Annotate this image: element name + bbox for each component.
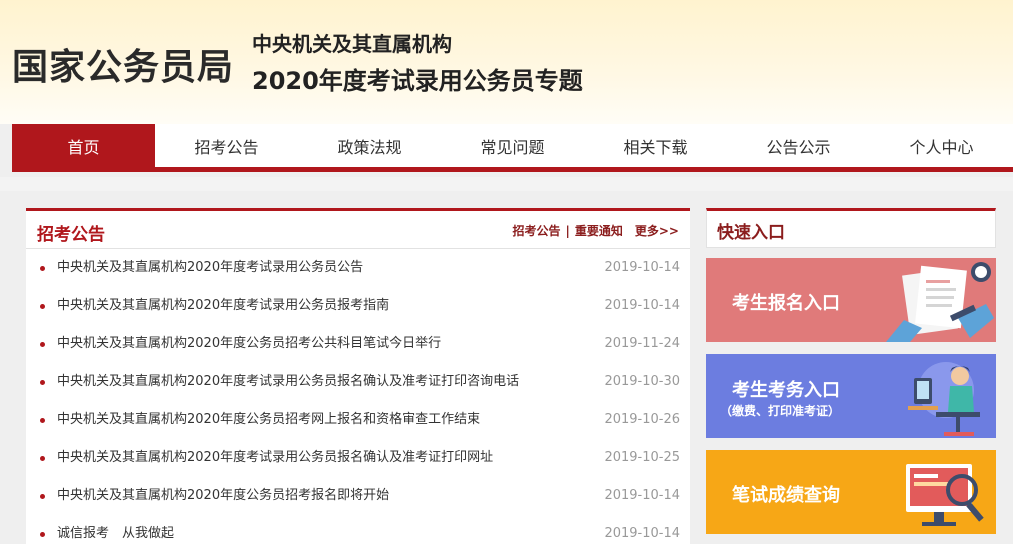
topic-subtitle: 中央机关及其直属机构: [252, 32, 452, 56]
news-link[interactable]: 中央机关及其直属机构2020年度考试录用公务员公告: [57, 249, 363, 287]
quick-access-title: 快速入口: [717, 223, 785, 243]
list-item: 中央机关及其直属机构2020年度考试录用公务员公告 2019-10-14: [26, 249, 690, 287]
link-important-notices[interactable]: 重要通知: [575, 224, 623, 238]
news-date: 2019-10-14: [604, 488, 680, 503]
registration-entry-button[interactable]: 考生报名入口: [706, 258, 996, 342]
news-date: 2019-10-26: [604, 412, 680, 427]
bullet-icon: [40, 418, 45, 423]
bullet-icon: [40, 266, 45, 271]
score-query-button[interactable]: 笔试成绩查询: [706, 450, 996, 534]
news-date: 2019-11-24: [604, 336, 680, 351]
list-item: 中央机关及其直属机构2020年度考试录用公务员报名确认及准考证打印咨询电话 201…: [26, 363, 690, 401]
monitor-magnifier-illustration-icon: [906, 464, 984, 526]
nav-item-announcements[interactable]: 招考公告: [155, 124, 298, 172]
registration-entry-label: 考生报名入口: [732, 293, 840, 314]
more-link[interactable]: 更多>>: [635, 224, 679, 238]
quick-access-panel: 快速入口 考生报名入口 考生考务入口 （缴费、打印准考证） 笔试成绩查询: [706, 208, 996, 534]
announcements-links: 招考公告 | 重要通知 更多>>: [512, 222, 679, 239]
bullet-icon: [40, 342, 45, 347]
bullet-icon: [40, 494, 45, 499]
nav-item-policies[interactable]: 政策法规: [298, 124, 441, 172]
nav-item-personal-center[interactable]: 个人中心: [870, 124, 1013, 172]
topic-title: 2020年度考试录用公务员专题: [252, 67, 583, 95]
news-link[interactable]: 中央机关及其直属机构2020年度公务员招考报名即将开始: [57, 477, 389, 515]
link-announcements[interactable]: 招考公告: [512, 224, 560, 238]
bullet-icon: [40, 456, 45, 461]
news-link[interactable]: 中央机关及其直属机构2020年度考试录用公务员报考指南: [57, 287, 389, 325]
announcements-header: 招考公告 招考公告 | 重要通知 更多>>: [26, 211, 690, 249]
announcements-list: 中央机关及其直属机构2020年度考试录用公务员公告 2019-10-14 中央机关…: [26, 249, 690, 544]
list-item: 中央机关及其直属机构2020年度公务员招考报名即将开始 2019-10-14: [26, 477, 690, 515]
documents-illustration-icon: [886, 262, 994, 342]
news-link[interactable]: 中央机关及其直属机构2020年度考试录用公务员报名确认及准考证打印咨询电话: [57, 363, 519, 401]
exam-affairs-entry-label: 考生考务入口: [732, 380, 840, 401]
news-date: 2019-10-25: [604, 450, 680, 465]
news-link[interactable]: 中央机关及其直属机构2020年度公务员招考网上报名和资格审查工作结束: [57, 401, 480, 439]
bullet-icon: [40, 304, 45, 309]
bullet-icon: [40, 532, 45, 537]
score-query-label: 笔试成绩查询: [732, 485, 840, 506]
list-item: 中央机关及其直属机构2020年度考试录用公务员报考指南 2019-10-14: [26, 287, 690, 325]
link-separator: |: [565, 224, 570, 238]
list-item: 中央机关及其直属机构2020年度公务员招考网上报名和资格审查工作结束 2019-1…: [26, 401, 690, 439]
announcements-title: 招考公告: [37, 225, 105, 245]
nav-item-faq[interactable]: 常见问题: [441, 124, 584, 172]
news-link[interactable]: 中央机关及其直属机构2020年度公务员招考公共科目笔试今日举行: [57, 325, 441, 363]
announcements-panel: 招考公告 招考公告 | 重要通知 更多>> 中央机关及其直属机构2020年度考试录用公…: [26, 208, 690, 544]
list-item: 诚信报考 从我做起 2019-10-14: [26, 515, 690, 544]
news-date: 2019-10-14: [604, 526, 680, 541]
nav-item-home[interactable]: 首页: [12, 124, 155, 172]
nav-item-downloads[interactable]: 相关下载: [584, 124, 727, 172]
nav-item-notices[interactable]: 公告公示: [727, 124, 870, 172]
exam-affairs-entry-sublabel: （缴费、打印准考证）: [720, 404, 841, 418]
news-date: 2019-10-30: [604, 374, 680, 389]
quick-access-header: 快速入口: [706, 208, 996, 248]
news-link[interactable]: 中央机关及其直属机构2020年度考试录用公务员报名确认及准考证打印网址: [57, 439, 493, 477]
news-link[interactable]: 诚信报考 从我做起: [57, 515, 174, 544]
list-item: 中央机关及其直属机构2020年度考试录用公务员报名确认及准考证打印网址 2019-…: [26, 439, 690, 477]
computer-user-illustration-icon: [908, 362, 980, 436]
news-date: 2019-10-14: [604, 260, 680, 275]
site-header: 国家公务员局 中央机关及其直属机构 2020年度考试录用公务员专题: [0, 0, 1013, 124]
content-top-divider: [0, 177, 1013, 191]
site-title[interactable]: 国家公务员局: [12, 38, 234, 90]
main-nav: 首页 招考公告 政策法规 常见问题 相关下载 公告公示 个人中心: [12, 124, 1013, 172]
bullet-icon: [40, 380, 45, 385]
exam-affairs-entry-button[interactable]: 考生考务入口 （缴费、打印准考证）: [706, 354, 996, 438]
news-date: 2019-10-14: [604, 298, 680, 313]
list-item: 中央机关及其直属机构2020年度公务员招考公共科目笔试今日举行 2019-11-2…: [26, 325, 690, 363]
